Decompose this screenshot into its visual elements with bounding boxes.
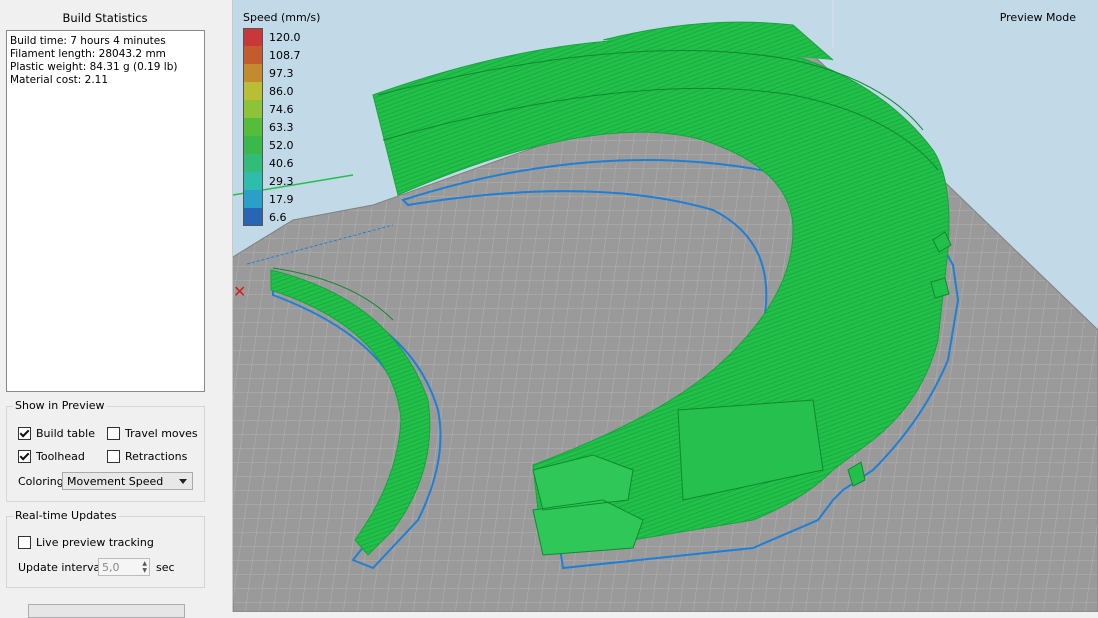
- legend-swatch: [243, 46, 263, 64]
- toolhead-checkbox[interactable]: Toolhead: [18, 450, 85, 463]
- coloring-label: Coloring: [18, 475, 64, 488]
- toolhead-label: Toolhead: [36, 450, 85, 463]
- spin-down-icon[interactable]: ▼: [142, 567, 147, 574]
- bottom-button[interactable]: [28, 604, 185, 618]
- left-sidebar: Build Statistics Build time: 7 hours 4 m…: [0, 0, 233, 618]
- legend-row: 86.0: [243, 82, 301, 100]
- travel-moves-checkbox[interactable]: Travel moves: [107, 427, 198, 440]
- legend-row: 63.3: [243, 118, 301, 136]
- legend-row: 52.0: [243, 136, 301, 154]
- legend-row: 40.6: [243, 154, 301, 172]
- legend-swatch: [243, 118, 263, 136]
- legend-row: 120.0: [243, 28, 301, 46]
- show-in-preview-title: Show in Preview: [13, 399, 107, 412]
- legend-swatch: [243, 136, 263, 154]
- print-preview-scene[interactable]: ✕: [233, 0, 1098, 612]
- spin-up-icon[interactable]: ▲: [142, 560, 147, 567]
- legend-label: 29.3: [269, 174, 294, 188]
- retractions-label: Retractions: [125, 450, 188, 463]
- legend-label: 97.3: [269, 66, 294, 80]
- build-table-checkbox-box[interactable]: [18, 427, 31, 440]
- legend-label: 108.7: [269, 48, 301, 62]
- retractions-checkbox[interactable]: Retractions: [107, 450, 187, 463]
- filament-length-text: Filament length: 28043.2 mm: [10, 48, 166, 60]
- legend-swatch: [243, 154, 263, 172]
- legend-label: 6.6: [269, 210, 287, 224]
- live-preview-label: Live preview tracking: [36, 536, 154, 549]
- realtime-updates-title: Real-time Updates: [13, 509, 119, 522]
- coloring-select-value: Movement Speed: [67, 475, 164, 488]
- toolhead-checkbox-box[interactable]: [18, 450, 31, 463]
- 3d-preview-viewport[interactable]: ✕ Speed (mm/s) 120.0 108.7 97.3 86.0 74.6 63.…: [233, 0, 1098, 612]
- update-interval-value: 5,0: [102, 561, 120, 574]
- legend-label: 63.3: [269, 120, 294, 134]
- material-cost-text: Material cost: 2.11: [10, 74, 109, 86]
- legend-title: Speed (mm/s): [243, 11, 321, 24]
- speed-legend: 120.0 108.7 97.3 86.0 74.6 63.3 52.0 40.6 29.3 17…: [243, 28, 301, 226]
- live-preview-checkbox-box[interactable]: [18, 536, 31, 549]
- legend-swatch: [243, 64, 263, 82]
- update-interval-unit: sec: [156, 561, 175, 574]
- legend-swatch: [243, 172, 263, 190]
- legend-row: 74.6: [243, 100, 301, 118]
- chevron-down-icon[interactable]: [179, 479, 187, 484]
- legend-label: 120.0: [269, 30, 301, 44]
- legend-label: 86.0: [269, 84, 294, 98]
- update-interval-spinbox[interactable]: 5,0 ▲ ▼: [98, 558, 150, 576]
- legend-swatch: [243, 100, 263, 118]
- legend-label: 52.0: [269, 138, 294, 152]
- legend-row: 17.9: [243, 190, 301, 208]
- coloring-select[interactable]: Movement Speed: [62, 472, 193, 490]
- build-time-text: Build time: 7 hours 4 minutes: [10, 35, 166, 47]
- update-interval-label: Update interval: [18, 561, 104, 574]
- legend-row: 97.3: [243, 64, 301, 82]
- legend-swatch: [243, 28, 263, 46]
- legend-swatch: [243, 82, 263, 100]
- live-preview-checkbox[interactable]: Live preview tracking: [18, 536, 154, 549]
- retractions-checkbox-box[interactable]: [107, 450, 120, 463]
- preview-mode-label: Preview Mode: [999, 11, 1076, 24]
- legend-label: 74.6: [269, 102, 294, 116]
- build-table-label: Build table: [36, 427, 95, 440]
- legend-swatch: [243, 208, 263, 226]
- travel-moves-label: Travel moves: [125, 427, 198, 440]
- build-statistics-box: Build time: 7 hours 4 minutes Filament l…: [6, 30, 205, 392]
- legend-row: 29.3: [243, 172, 301, 190]
- legend-row: 108.7: [243, 46, 301, 64]
- legend-label: 17.9: [269, 192, 294, 206]
- legend-swatch: [243, 190, 263, 208]
- build-table-checkbox[interactable]: Build table: [18, 427, 95, 440]
- travel-moves-checkbox-box[interactable]: [107, 427, 120, 440]
- plastic-weight-text: Plastic weight: 84.31 g (0.19 lb): [10, 61, 178, 73]
- build-statistics-title: Build Statistics: [62, 11, 148, 25]
- legend-label: 40.6: [269, 156, 294, 170]
- legend-row: 6.6: [243, 208, 301, 226]
- origin-x-icon: ✕: [233, 282, 246, 301]
- realtime-updates-group: Real-time Updates: [6, 509, 205, 588]
